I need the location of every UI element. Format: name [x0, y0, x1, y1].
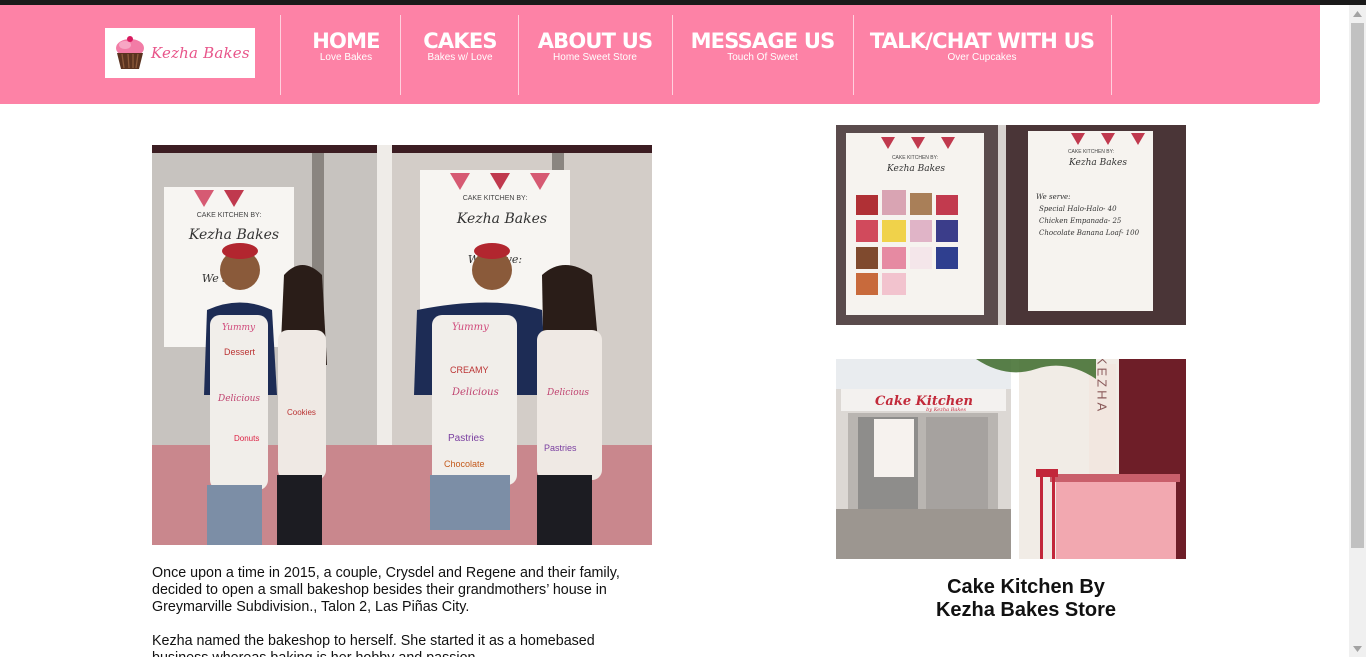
banner-brand-name: Kezha Bakes [1068, 158, 1127, 168]
apron-word: Delicious [217, 394, 260, 404]
page-scrollbar[interactable] [1349, 5, 1366, 657]
apron-word: Yummy [452, 322, 489, 333]
apron-word: Pastries [544, 443, 577, 453]
nav-divider [672, 15, 673, 95]
apron-word: Delicious [451, 387, 499, 398]
nav-item-message-us[interactable]: MESSAGE US Touch Of Sweet [680, 29, 845, 64]
banner-serve: We serve: [1036, 193, 1071, 201]
nav-sublabel: Love Bakes [319, 52, 373, 63]
apron-word: Donuts [234, 434, 259, 443]
nav-divider [400, 15, 401, 95]
nav-sublabel: Bakes w/ Love [427, 52, 493, 63]
story-paragraph: Kezha named the bakeshop to herself. She… [152, 633, 595, 657]
menu-banner-photo: CAKE KITCHEN BY: Kezha Bakes CAKE KITCHE… [836, 125, 1186, 325]
menu-item: Chicken Empanada- 25 [1039, 217, 1122, 225]
scroll-down-arrow-icon[interactable] [1349, 640, 1366, 657]
nav-item-cakes[interactable]: CAKES Bakes w/ Love [410, 29, 510, 64]
nav-sublabel: Touch Of Sweet [727, 52, 798, 63]
apron-word: CREAMY [450, 365, 489, 375]
nav-divider [1111, 15, 1112, 95]
owners-photo: CAKE KITCHEN BY: Kezha Bakes We serve: C… [152, 145, 652, 545]
cupcake-icon [116, 36, 144, 69]
menu-item: Chocolate Banana Loaf- 100 [1039, 229, 1140, 237]
brand-name: Kezha Bakes [151, 44, 250, 62]
banner-brand-name: Kezha Bakes [188, 227, 279, 243]
nav-item-about-us[interactable]: ABOUT US Home Sweet Store [525, 29, 665, 64]
nav-label: ABOUT US [537, 29, 653, 53]
scroll-up-arrow-icon[interactable] [1349, 5, 1366, 22]
banner-header: CAKE KITCHEN BY: [1068, 149, 1114, 155]
apron-word: Cookies [287, 408, 316, 417]
about-story: Once upon a time in 2015, a couple, Crys… [152, 565, 652, 657]
main-navbar: Kezha Bakes HOME Love Bakes CAKES Bakes … [0, 5, 1320, 104]
banner-header: CAKE KITCHEN BY: [463, 195, 528, 202]
nav-label: HOME [312, 29, 380, 53]
apron-word: Pastries [448, 433, 484, 444]
nav-sublabel: Home Sweet Store [553, 52, 637, 63]
apron-word: Delicious [546, 388, 589, 398]
apron-word: Dessert [224, 347, 256, 357]
storefront-photo: Cake Kitchen by Kezha Bakes KEZHA [836, 359, 1186, 559]
brand-logo[interactable]: Kezha Bakes [105, 28, 255, 78]
nav-divider [280, 15, 281, 95]
nav-item-home[interactable]: HOME Love Bakes [296, 29, 396, 64]
apron-word: Yummy [222, 323, 256, 333]
story-paragraph: Once upon a time in 2015, a couple, Crys… [152, 565, 620, 615]
nav-divider [518, 15, 519, 95]
store-caption-line: Cake Kitchen By [947, 576, 1105, 598]
nav-label: TALK/CHAT WITH US [869, 29, 1095, 53]
banner-brand-name: Kezha Bakes [456, 211, 547, 227]
nav-label: CAKES [423, 29, 497, 53]
wall-letters: KEZHA [1095, 359, 1110, 414]
banner-header: CAKE KITCHEN BY: [892, 155, 938, 161]
menu-item: Special Halo-Halo- 40 [1039, 205, 1117, 213]
store-sign-sub: by Kezha Bakes [926, 407, 966, 413]
nav-label: MESSAGE US [690, 29, 836, 53]
apron-word: Chocolate [444, 459, 485, 469]
banner-header: CAKE KITCHEN BY: [197, 212, 262, 219]
store-caption-line: Kezha Bakes Store [935, 599, 1117, 621]
nav-divider [853, 15, 854, 95]
nav-item-talk-chat[interactable]: TALK/CHAT WITH US Over Cupcakes [862, 29, 1102, 64]
nav-sublabel: Over Cupcakes [947, 52, 1017, 63]
banner-brand-name: Kezha Bakes [886, 164, 945, 174]
scroll-thumb[interactable] [1351, 23, 1364, 548]
store-caption: Cake Kitchen By Kezha Bakes Store [836, 576, 1216, 622]
